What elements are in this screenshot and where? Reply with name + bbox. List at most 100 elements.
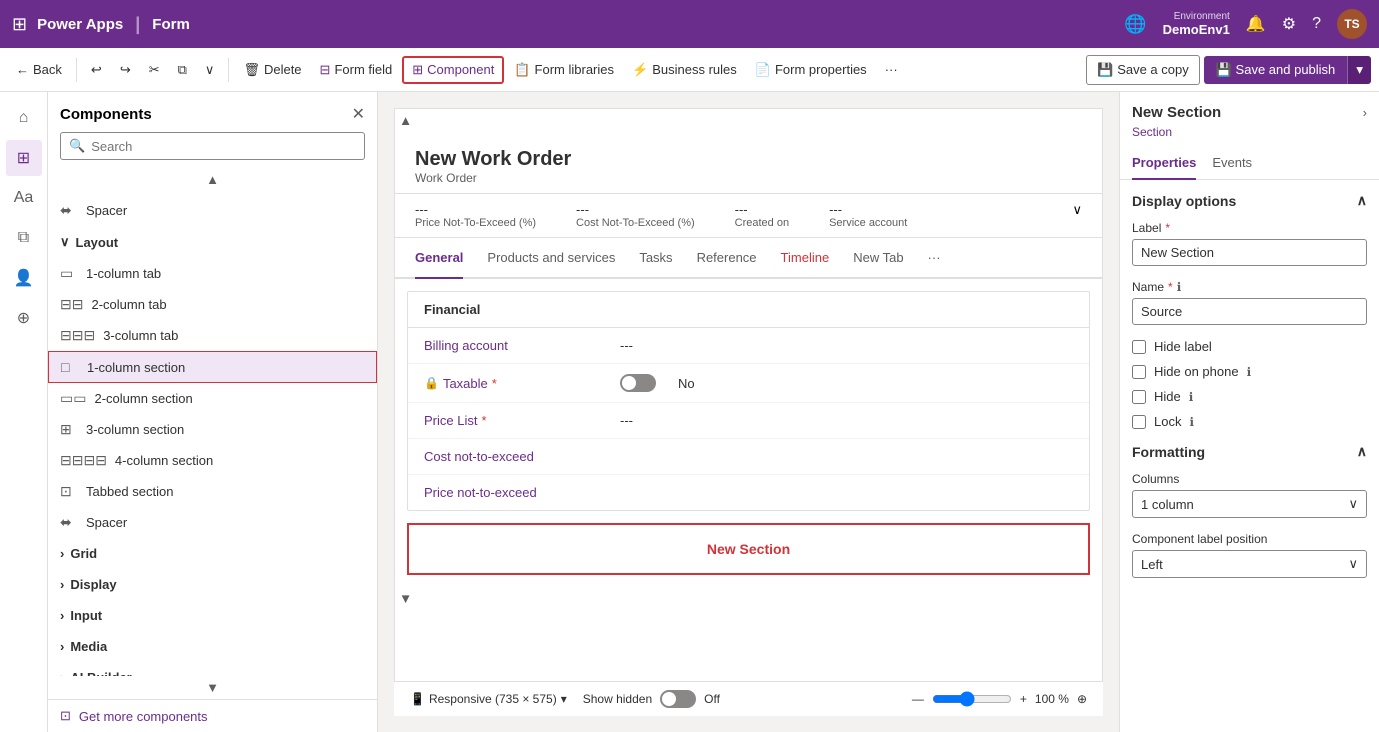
hide-info-icon[interactable]: ℹ [1189, 390, 1194, 404]
sidebar-icon-components[interactable]: ⊞ [6, 140, 42, 176]
sidebar-icon-layers[interactable]: ⧉ [6, 220, 42, 256]
form-properties-button[interactable]: 📄 Form properties [747, 58, 875, 82]
lock-info-icon[interactable]: ℹ [1189, 415, 1194, 429]
tab-more[interactable]: ··· [928, 250, 941, 265]
hide-checkbox[interactable] [1132, 390, 1146, 404]
zoom-out-icon[interactable]: — [912, 692, 924, 706]
collapse-icon: ∧ [1357, 192, 1367, 209]
grid-icon[interactable]: ⊞ [12, 14, 27, 35]
save-copy-button[interactable]: 💾 Save a copy [1086, 55, 1200, 85]
comp-item-4col-section[interactable]: ⊟⊟⊟⊟ 4-column section [48, 445, 377, 476]
zoom-target-icon[interactable]: ⊕ [1077, 692, 1087, 706]
comp-item-spacer-bottom[interactable]: ⬌ Spacer [48, 507, 377, 538]
toolbar-divider-1 [76, 58, 77, 82]
avatar[interactable]: TS [1337, 9, 1367, 39]
business-rules-button[interactable]: ⚡ Business rules [624, 58, 745, 82]
search-box[interactable]: 🔍 [60, 132, 365, 160]
save-publish-dropdown[interactable]: ▾ [1347, 56, 1371, 84]
lock-checkbox[interactable] [1132, 415, 1146, 429]
hide-on-phone-info-icon[interactable]: ℹ [1247, 365, 1252, 379]
component-button[interactable]: ⊞ Component [402, 56, 504, 84]
name-input[interactable] [1132, 298, 1367, 325]
tab-timeline[interactable]: Timeline [781, 238, 830, 279]
zoom-in-icon[interactable]: + [1020, 692, 1027, 706]
taxable-toggle[interactable] [620, 374, 656, 392]
layout-section-header[interactable]: ∨ Layout [48, 226, 377, 258]
comp-item-tabbed-section[interactable]: ⊡ Tabbed section [48, 476, 377, 507]
scroll-up[interactable]: ▲ [48, 168, 377, 191]
sidebar-icon-home[interactable]: ⌂ [6, 100, 42, 136]
components-title: Components [60, 106, 152, 123]
component-label-position-dropdown[interactable]: Left ∨ [1132, 550, 1367, 578]
form-field-button[interactable]: ⊟ Form field [312, 58, 401, 82]
sidebar-icon-text[interactable]: Aa [6, 180, 42, 216]
sidebar-icon-people[interactable]: 👤 [6, 260, 42, 296]
form-tabs: General Products and services Tasks Refe… [395, 238, 1102, 279]
comp-item-3col-section[interactable]: ⊞ 3-column section [48, 414, 377, 445]
scroll-down[interactable]: ▼ [48, 676, 377, 699]
tab-products[interactable]: Products and services [487, 238, 615, 279]
responsive-button[interactable]: 📱 Responsive (735 × 575) ▾ [410, 692, 567, 706]
chevron-right-media-icon: › [60, 639, 64, 654]
comp-item-1col-tab[interactable]: ▭ 1-column tab [48, 258, 377, 289]
close-panel-button[interactable]: ✕ [352, 104, 365, 124]
display-options-label: Display options [1132, 193, 1236, 209]
header-field-1: --- Cost Not-To-Exceed (%) [576, 202, 695, 229]
comp-item-2col-tab[interactable]: ⊟⊟ 2-column tab [48, 289, 377, 320]
form-libraries-button[interactable]: 📋 Form libraries [506, 58, 622, 82]
gear-icon[interactable]: ⚙ [1282, 14, 1296, 34]
save-publish-button[interactable]: 💾 Save and publish [1204, 56, 1348, 84]
comp-item-3col-tab[interactable]: ⊟⊟⊟ 3-column tab [48, 320, 377, 351]
formatting-header[interactable]: Formatting ∧ [1132, 443, 1367, 460]
tab-general[interactable]: General [415, 238, 463, 279]
zoom-slider[interactable] [932, 691, 1012, 707]
show-hidden-toggle-control[interactable] [660, 690, 696, 708]
tab-reference[interactable]: Reference [697, 238, 757, 279]
back-button[interactable]: ← Back [8, 58, 70, 81]
right-panel-expand-icon[interactable]: › [1363, 105, 1367, 120]
help-icon[interactable]: ? [1312, 15, 1321, 33]
search-input[interactable] [91, 139, 356, 154]
input-section-header[interactable]: › Input [48, 600, 377, 631]
display-section-header[interactable]: › Display [48, 569, 377, 600]
field-taxable[interactable]: 🔒 Taxable * No [408, 364, 1089, 403]
components-panel-header: Components ✕ [48, 92, 377, 132]
grid-section-header[interactable]: › Grid [48, 538, 377, 569]
comp-item-spacer-top[interactable]: ⬌ Spacer [48, 195, 377, 226]
cut-button[interactable]: ✂ [141, 58, 168, 82]
tab-tasks[interactable]: Tasks [639, 238, 672, 279]
toolbar-more-button[interactable]: ··· [877, 58, 906, 81]
2col-tab-icon: ⊟⊟ [60, 296, 83, 313]
field-billing-account[interactable]: Billing account --- [408, 328, 1089, 364]
canvas-scroll-up[interactable]: ▲ [395, 109, 416, 132]
hide-label-checkbox[interactable] [1132, 340, 1146, 354]
field-price-not-exceed[interactable]: Price not-to-exceed [408, 475, 1089, 510]
label-input[interactable] [1132, 239, 1367, 266]
bell-icon[interactable]: 🔔 [1246, 14, 1266, 34]
hide-on-phone-checkbox[interactable] [1132, 365, 1146, 379]
sidebar-icon-data[interactable]: ⊕ [6, 300, 42, 336]
redo-button[interactable]: ↪ [112, 58, 139, 82]
tab-new[interactable]: New Tab [853, 238, 903, 279]
copy-button[interactable]: ⧉ [170, 58, 195, 82]
media-section-header[interactable]: › Media [48, 631, 377, 662]
name-info-icon[interactable]: ℹ [1177, 280, 1182, 294]
display-options-header[interactable]: Display options ∧ [1132, 192, 1367, 209]
columns-dropdown[interactable]: 1 column ∨ [1132, 490, 1367, 518]
field-cost-not-exceed[interactable]: Cost not-to-exceed [408, 439, 1089, 475]
field-price-list[interactable]: Price List * --- [408, 403, 1089, 439]
get-more-components[interactable]: ⊡ Get more components [48, 699, 377, 732]
new-section-placeholder[interactable]: New Section [407, 523, 1090, 575]
more-button[interactable]: ∨ [197, 58, 223, 82]
comp-item-1col-section[interactable]: □ 1-column section [48, 351, 377, 383]
comp-item-2col-section[interactable]: ▭▭ 2-column section [48, 383, 377, 414]
tab-properties[interactable]: Properties [1132, 147, 1196, 180]
tab-events[interactable]: Events [1212, 147, 1252, 180]
undo-button[interactable]: ↩ [83, 58, 110, 82]
ai-builder-section-header[interactable]: › AI Builder [48, 662, 377, 676]
canvas-scroll-down[interactable]: ▼ [395, 587, 416, 610]
toggle-knob [622, 376, 636, 390]
delete-button[interactable]: 🗑 Delete [235, 58, 309, 82]
price-list-value: --- [620, 413, 633, 428]
header-chevron[interactable]: ∨ [1072, 202, 1082, 218]
